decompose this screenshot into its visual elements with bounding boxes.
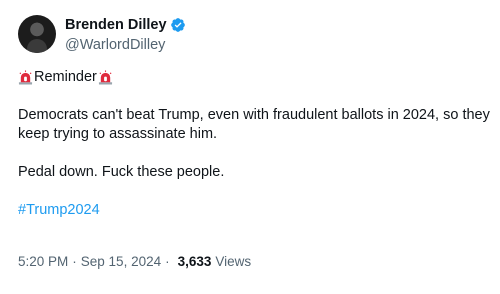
hashtag-link[interactable]: #Trump2024 [18, 202, 100, 218]
author-names: Brenden Dilley @WarlordDilley [65, 16, 186, 53]
tweet-hashtag-line: #Trump2024 [18, 201, 496, 220]
avatar[interactable] [18, 15, 56, 53]
display-name-row: Brenden Dilley [65, 16, 186, 34]
meta-separator: · [72, 254, 77, 269]
tweet-body: Reminder Democrats can't beat Trump, eve… [18, 68, 496, 220]
views-label: Views [215, 254, 252, 269]
tweet-paragraph-2: Pedal down. Fuck these people. [18, 164, 225, 180]
tweet-header: Brenden Dilley @WarlordDilley [18, 14, 500, 54]
reminder-line: Reminder [18, 68, 496, 87]
tweet-paragraph-1: Democrats can't beat Trump, even with fr… [18, 107, 490, 142]
police-siren-icon [98, 70, 112, 85]
author-handle[interactable]: @WarlordDilley [65, 37, 186, 53]
tweet-date[interactable]: Sep 15, 2024 [81, 254, 161, 269]
police-siren-icon [18, 70, 33, 85]
tweet-time[interactable]: 5:20 PM [18, 254, 68, 269]
reminder-label: Reminder [34, 69, 97, 85]
tweet-meta: 5:20 PM · Sep 15, 2024 · 3,633 Views [18, 254, 251, 269]
verified-badge-icon [170, 17, 185, 32]
views-count: 3,633 [177, 254, 212, 269]
meta-separator: · [165, 254, 170, 269]
tweet-card: Brenden Dilley @WarlordDilley Reminder D… [0, 0, 500, 294]
author-display-name[interactable]: Brenden Dilley [65, 17, 167, 33]
